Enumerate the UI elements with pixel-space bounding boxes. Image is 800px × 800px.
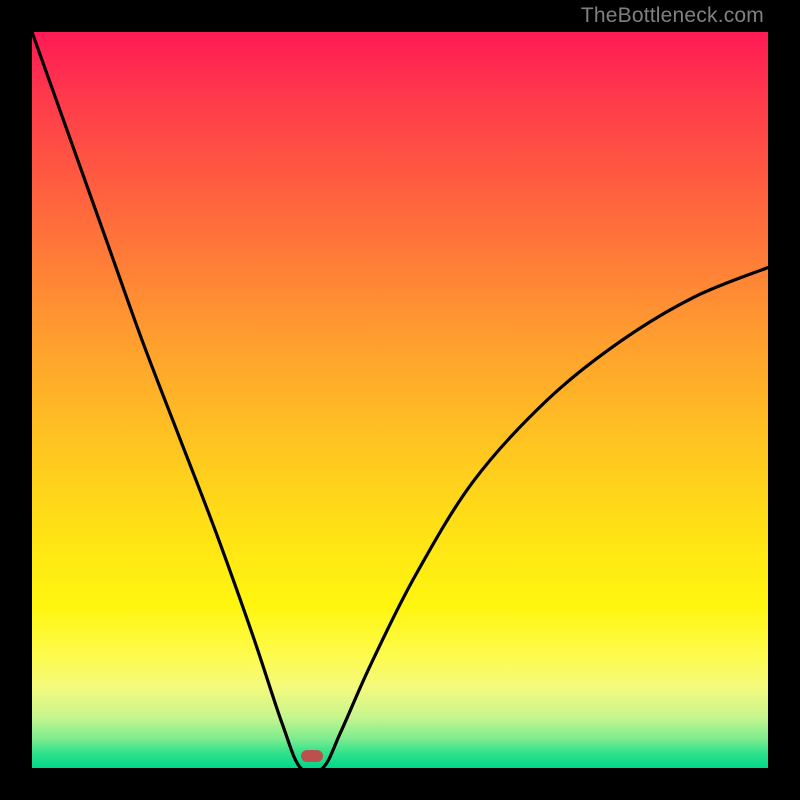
optimal-marker bbox=[301, 750, 323, 762]
watermark-text: TheBottleneck.com bbox=[581, 4, 764, 28]
frame-bottom bbox=[0, 768, 800, 800]
plot-area bbox=[32, 32, 768, 768]
frame-left bbox=[0, 0, 32, 800]
frame-right bbox=[768, 0, 800, 800]
